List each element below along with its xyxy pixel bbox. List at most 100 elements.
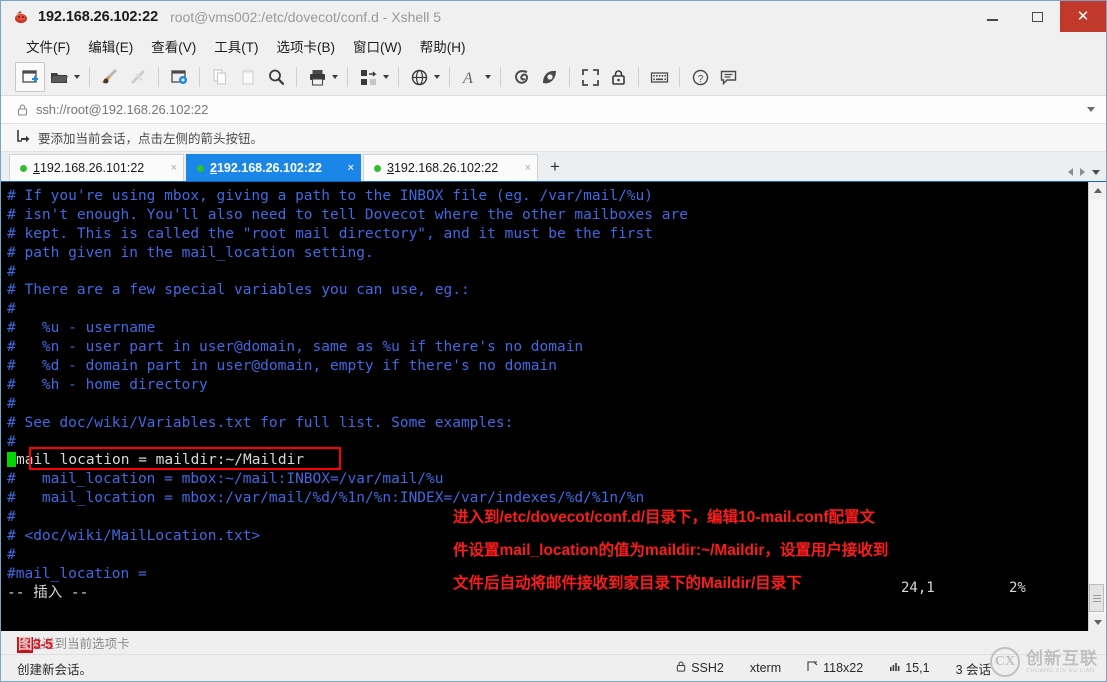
close-button[interactable]: ✕ (1060, 1, 1106, 32)
menu-tabs[interactable]: 选项卡(B) (268, 33, 345, 59)
terminal-line: # If you're using mbox, giving a path to… (7, 188, 654, 204)
transfer-icon[interactable] (354, 63, 382, 91)
chevron-down-icon[interactable] (1087, 107, 1095, 112)
session-properties-icon[interactable] (165, 63, 193, 91)
toolbar-separator (347, 67, 348, 87)
font-dropdown-icon[interactable] (485, 75, 491, 79)
terminal-screen[interactable]: # If you're using mbox, giving a path to… (1, 182, 1088, 631)
tab-label: 192.168.26.102:22 (393, 161, 499, 175)
columns-icon (889, 661, 900, 675)
terminal-line: # path given in the mail_location settin… (7, 244, 374, 261)
scrollbar-grip-icon (1092, 593, 1101, 604)
terminal-scrollbar[interactable] (1088, 182, 1106, 631)
quick-connect-icon[interactable] (96, 63, 124, 91)
print-icon[interactable] (303, 63, 331, 91)
status-dot-icon (20, 164, 27, 172)
menu-window[interactable]: 窗口(W) (344, 33, 411, 59)
status-dot-icon (374, 164, 381, 172)
lock-icon (676, 661, 686, 675)
disconnect-icon (124, 63, 152, 91)
status-size[interactable]: 118x22 (807, 661, 863, 675)
menu-file[interactable]: 文件(F) (17, 33, 79, 59)
window-controls: ✕ (970, 1, 1106, 32)
web-icon[interactable] (405, 63, 433, 91)
toolbar-separator (638, 67, 639, 87)
terminal-line: # kept. This is called the "root mail di… (7, 225, 654, 242)
status-dot-icon (197, 164, 204, 172)
menu-help[interactable]: 帮助(H) (411, 33, 475, 59)
tab-list-dropdown-icon[interactable] (1092, 169, 1100, 175)
status-terminal-type[interactable]: xterm (750, 661, 781, 675)
scrollbar-track[interactable] (1089, 199, 1106, 614)
print-dropdown-icon[interactable] (332, 75, 338, 79)
minimize-button[interactable] (970, 1, 1015, 32)
watermark-mark: CX (994, 654, 1016, 669)
address-input[interactable]: ssh://root@192.168.26.102:22 (36, 102, 208, 117)
status-message: 创建新会话。 (17, 662, 93, 677)
comment-icon[interactable] (714, 63, 742, 91)
svg-text:?: ? (697, 74, 703, 85)
tab-session-3[interactable]: 3 192.168.26.102:22 × (363, 154, 538, 181)
font-icon[interactable]: A (456, 63, 484, 91)
figure-caption: 图3-5 (17, 633, 53, 654)
fullscreen-icon[interactable] (576, 63, 604, 91)
close-icon: ✕ (1076, 7, 1090, 25)
lock-icon[interactable] (604, 63, 632, 91)
status-sessions-label: 3 会话 (955, 662, 991, 677)
tab-number: 2 (210, 161, 217, 175)
tab-close-icon[interactable]: × (515, 162, 531, 174)
watermark-en-text: CHUANG XIN HU LIAN (1026, 667, 1095, 674)
web-dropdown-icon[interactable] (434, 75, 440, 79)
terminal-line: # %h - home directory (7, 376, 208, 393)
address-bar[interactable]: ssh://root@192.168.26.102:22 (1, 96, 1106, 124)
annotation-line-3: 文件后自动将邮件接收到家目录下的Maildir/目录下 (453, 575, 802, 592)
notice-text: 要添加当前会话，点击左侧的箭头按钮。 (38, 132, 264, 146)
help-icon[interactable]: ? (686, 63, 714, 91)
tab-session-2[interactable]: 2 192.168.26.102:22 × (186, 154, 361, 181)
open-folder-dropdown-icon[interactable] (74, 75, 80, 79)
new-session-icon[interactable] (15, 62, 45, 92)
copy-icon (206, 63, 234, 91)
new-tab-button[interactable]: + (542, 154, 568, 180)
find-icon[interactable] (262, 63, 290, 91)
script-icon[interactable] (535, 63, 563, 91)
tab-nav-controls (1068, 168, 1100, 176)
keyboard-icon[interactable] (645, 63, 673, 91)
tab-label: 192.168.26.101:22 (39, 161, 145, 175)
scrollbar-thumb[interactable] (1089, 584, 1104, 612)
menu-tools[interactable]: 工具(T) (205, 33, 267, 59)
figure-caption-number: 3-5 (33, 637, 53, 653)
xshell-window: 192.168.26.102:22 root@vms002:/etc/dovec… (0, 0, 1107, 682)
ssh-tunnel-icon[interactable] (507, 63, 535, 91)
terminal-cursor (7, 452, 16, 468)
menu-edit[interactable]: 编辑(E) (79, 33, 142, 59)
status-sessions[interactable]: 3 会话 (956, 659, 991, 678)
maximize-button[interactable] (1015, 1, 1060, 32)
tab-scroll-left-icon[interactable] (1068, 168, 1073, 176)
status-position-label: 15,1 (905, 661, 930, 675)
scroll-page-up-icon[interactable] (1089, 217, 1106, 231)
status-position[interactable]: 15,1 (889, 661, 930, 675)
terminal-line: # See doc/wiki/Variables.txt for full li… (7, 414, 514, 431)
menu-bar: 文件(F) 编辑(E) 查看(V) 工具(T) 选项卡(B) 窗口(W) 帮助(… (1, 32, 1106, 59)
resize-icon (807, 661, 818, 675)
transfer-dropdown-icon[interactable] (383, 75, 389, 79)
toolbar-separator (89, 67, 90, 87)
tab-close-icon[interactable]: × (161, 162, 177, 174)
svg-text:A: A (462, 70, 473, 87)
tab-close-icon[interactable]: × (338, 162, 354, 174)
annotation-line-2: 件设置mail_location的值为maildir:~/Maildir，设置用… (453, 542, 889, 559)
title-bar: 192.168.26.102:22 root@vms002:/etc/dovec… (1, 1, 1106, 32)
scroll-down-button[interactable] (1089, 614, 1106, 631)
scroll-up-button[interactable] (1089, 182, 1106, 199)
window-subtitle: root@vms002:/etc/dovecot/conf.d - Xshell… (170, 8, 442, 25)
xshell-icon (13, 9, 29, 25)
menu-view[interactable]: 查看(V) (142, 33, 205, 59)
status-protocol[interactable]: SSH2 (676, 661, 724, 675)
annotation-line-1: 进入到/etc/dovecot/conf.d/目录下，编辑10-mail.con… (453, 509, 875, 526)
terminal-line: # %d - domain part in user@domain, empty… (7, 358, 557, 375)
toolbar-separator (500, 67, 501, 87)
tab-session-1[interactable]: 1 192.168.26.101:22 × (9, 154, 184, 181)
open-folder-icon[interactable] (45, 63, 73, 91)
tab-scroll-right-icon[interactable] (1080, 168, 1085, 176)
